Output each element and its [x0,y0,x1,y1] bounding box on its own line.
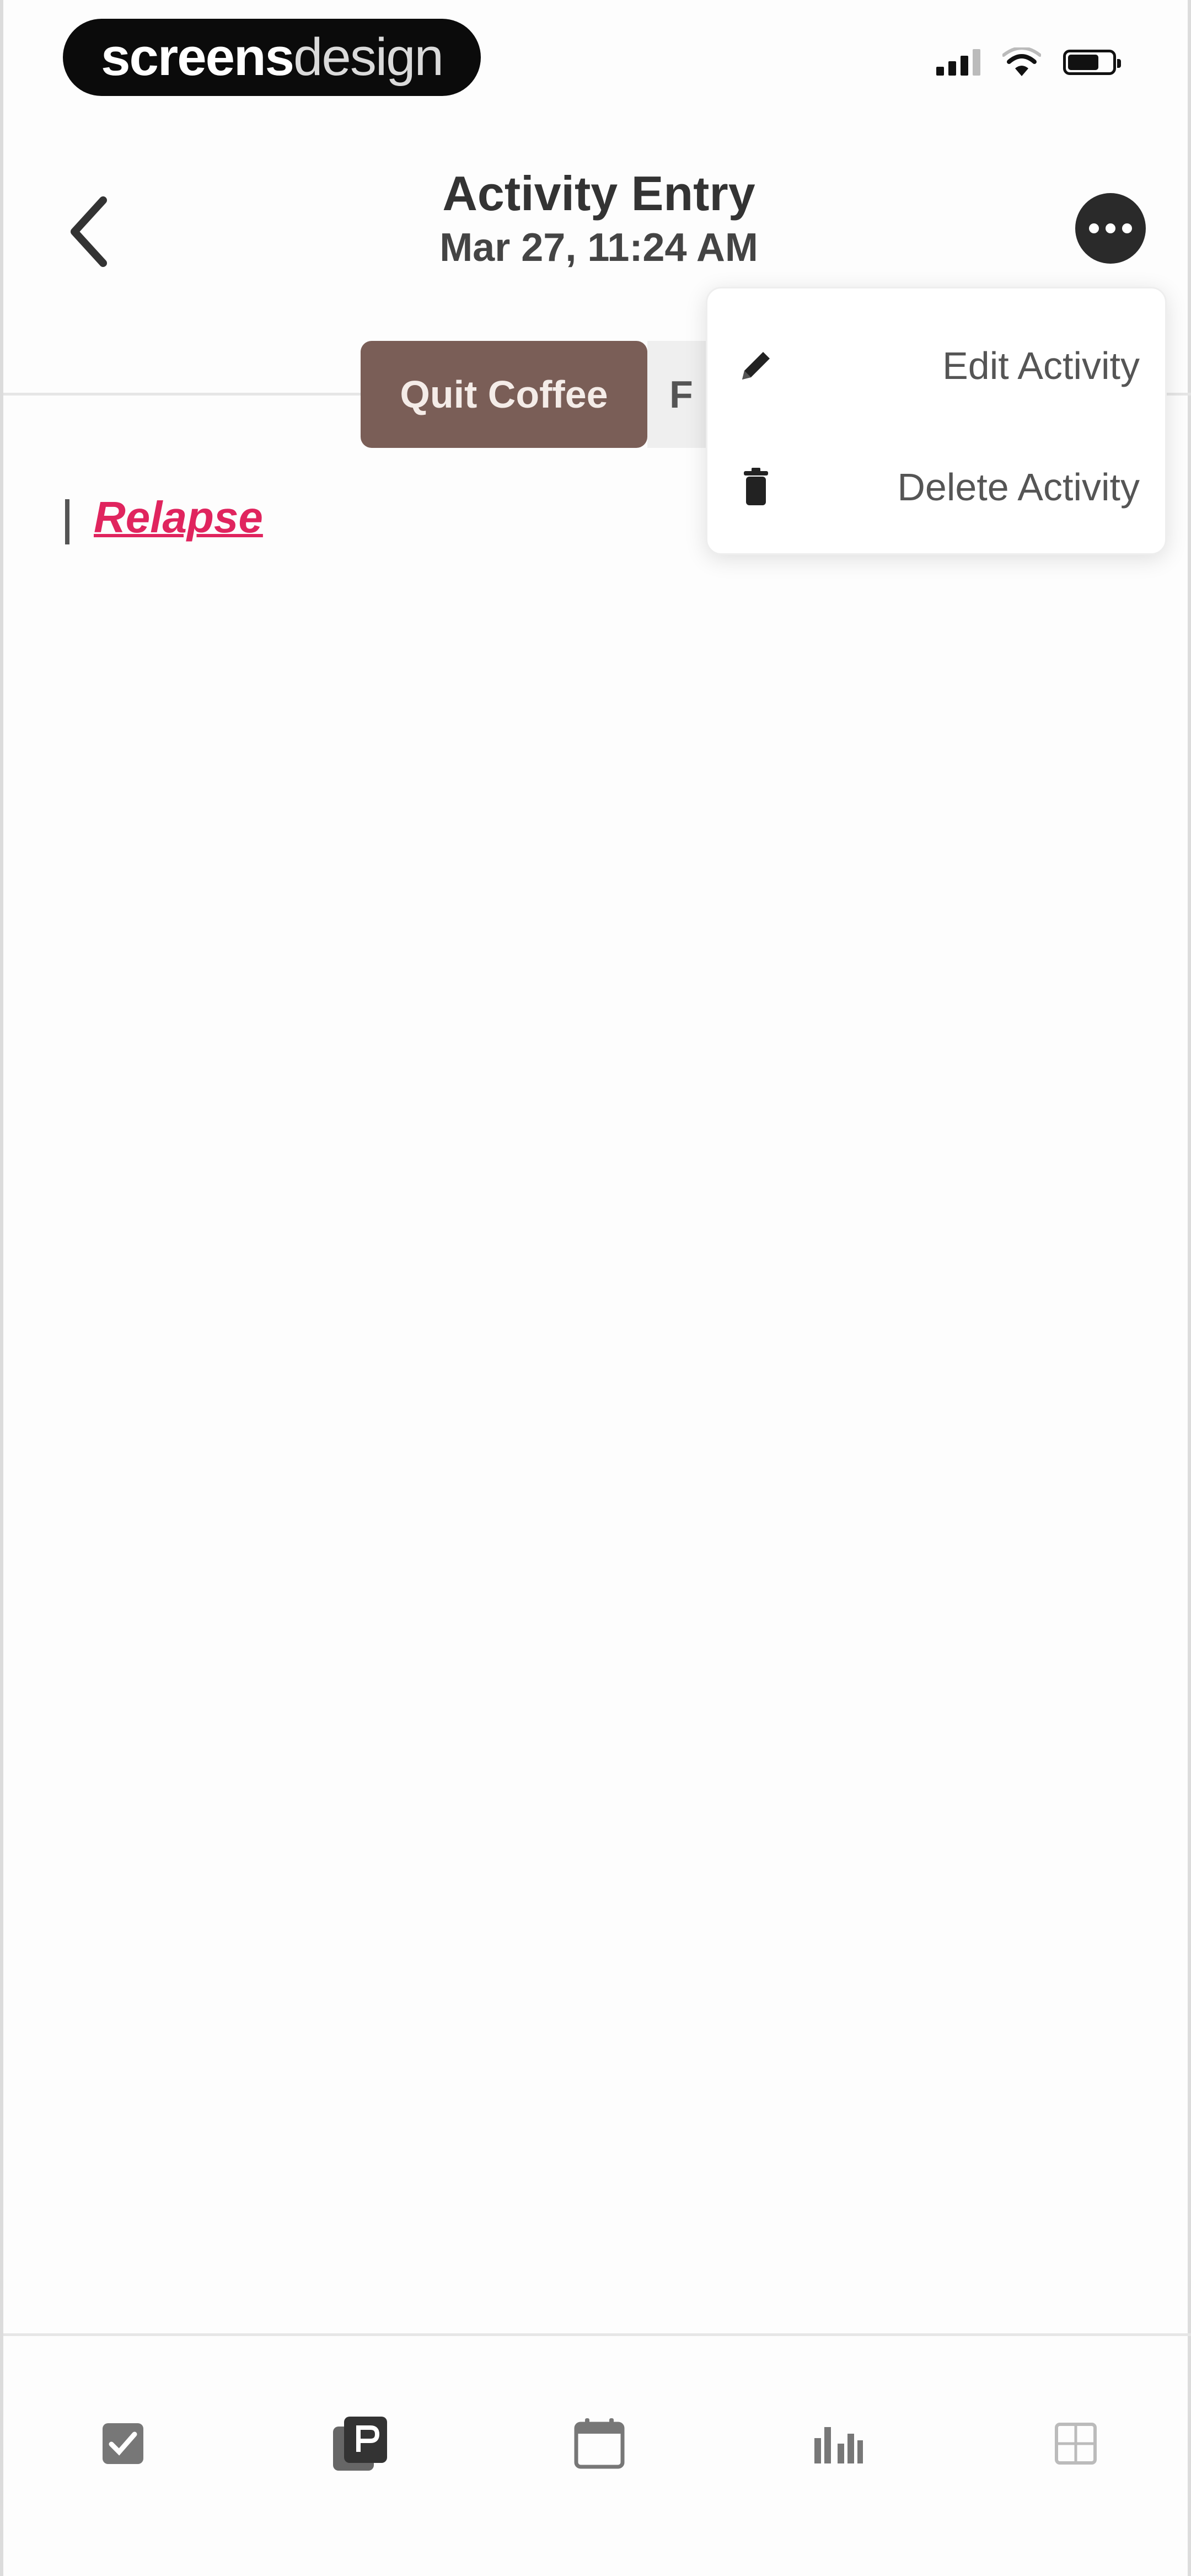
activity-options-menu: Edit Activity Delete Activity [706,287,1167,555]
menu-item-label: Delete Activity [897,466,1140,509]
header-title-block: Activity Entry Mar 27, 11:24 AM [3,165,1191,270]
menu-item-delete-activity[interactable]: Delete Activity [707,432,1165,542]
tab-journal[interactable] [324,2408,396,2479]
tab-stats[interactable] [802,2408,873,2479]
entry-timestamp: Mar 27, 11:24 AM [439,226,758,270]
calendar-icon [574,2418,625,2469]
settings-grid-icon [1055,2423,1097,2465]
tab-settings[interactable] [1040,2408,1112,2479]
entry-accent-bar [65,499,69,544]
trash-icon [734,465,778,509]
menu-item-edit-activity[interactable]: Edit Activity [707,311,1165,421]
brand-light-text: design [293,28,444,87]
status-icons [936,47,1121,77]
stats-icon [814,2427,863,2463]
entry-label-relapse[interactable]: Relapse [94,492,263,543]
bottom-tab-bar [3,2336,1191,2576]
app-screen: screens design Activity Entry Mar 27, 11:… [0,0,1191,2576]
brand-bold-text: screens [101,28,294,87]
signal-icon [936,49,980,76]
journal-icon [333,2417,387,2471]
tab-checklist[interactable] [87,2408,159,2479]
tab-calendar[interactable] [564,2408,635,2479]
wifi-icon [1002,47,1041,76]
tag-quit-coffee[interactable]: Quit Coffee [361,341,647,448]
checkbox-icon [103,2423,143,2464]
more-options-button[interactable] [1075,193,1146,264]
tag-secondary[interactable]: F [647,341,708,448]
brand-logo: screens design [63,19,481,96]
more-horizontal-icon [1089,223,1099,233]
page-title: Activity Entry [442,166,755,221]
battery-icon [1063,50,1121,75]
pencil-icon [734,344,778,388]
menu-item-label: Edit Activity [942,344,1140,387]
